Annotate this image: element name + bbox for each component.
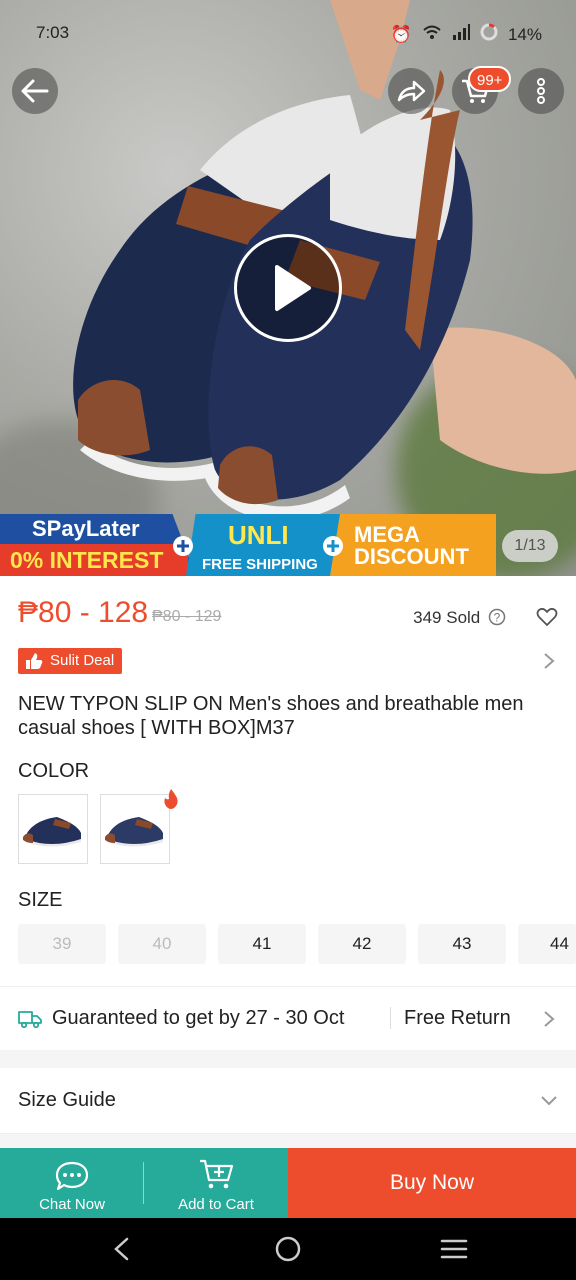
image-counter: 1/13 (502, 530, 558, 562)
play-icon (275, 265, 311, 311)
more-options-button[interactable] (518, 68, 564, 114)
size-label: SIZE (18, 889, 63, 911)
delivery-guarantee: Guaranteed to get by 27 - 30 Oct (52, 1007, 345, 1029)
promo-banner: SPayLater 0% INTEREST UNLI FREE SHIPPING… (0, 514, 576, 576)
sulit-deal-badge[interactable]: Sulit Deal (18, 648, 123, 674)
color-option[interactable] (18, 794, 88, 864)
size-option-44[interactable]: 44 (518, 924, 576, 964)
color-label: COLOR (18, 760, 90, 782)
cart-count-badge: 99+ (468, 66, 512, 92)
add-to-cart-button[interactable]: Add to Cart (144, 1148, 288, 1218)
product-image[interactable]: 7:03 ⏰ 14% 99+ SPayLater 0% INTEREST UNL… (0, 0, 576, 576)
original-price: ₱80 - 129 (152, 608, 222, 625)
wifi-icon (422, 24, 442, 45)
help-icon[interactable]: ? (488, 608, 506, 626)
size-option-41[interactable]: 41 (218, 924, 306, 964)
play-video-button[interactable] (234, 234, 342, 342)
truck-icon (18, 1011, 42, 1029)
chevron-right-icon (544, 1011, 555, 1027)
shoe-thumbnail (23, 817, 81, 847)
chat-now-button[interactable]: Chat Now (0, 1148, 144, 1218)
share-icon (397, 80, 426, 102)
svg-text:?: ? (494, 611, 501, 625)
section-divider (0, 1050, 576, 1068)
signal-icon (452, 24, 470, 45)
more-vertical-icon (537, 78, 545, 104)
add-to-cart-label: Add to Cart (178, 1196, 254, 1213)
plus-icon (323, 536, 343, 556)
battery-icon (480, 23, 498, 46)
battery-level: 14% (507, 24, 542, 44)
chevron-right-icon[interactable] (542, 652, 556, 670)
product-title: NEW TYPON SLIP ON Men's shoes and breath… (18, 693, 524, 739)
thumbs-up-icon (26, 653, 43, 669)
section-divider (0, 1134, 576, 1148)
size-option-39[interactable]: 39 (18, 924, 106, 964)
status-icons: ⏰ 14% (391, 23, 542, 46)
size-guide-row[interactable]: Size Guide (0, 1068, 576, 1134)
unli-label: UNLI (228, 520, 289, 550)
chat-icon (55, 1161, 89, 1191)
deal-label: Sulit Deal (50, 652, 115, 669)
back-nav-icon[interactable] (110, 1236, 134, 1262)
system-navigation-bar (0, 1218, 576, 1280)
chevron-down-icon (541, 1096, 557, 1106)
back-button[interactable] (12, 68, 58, 114)
sold-count: 349 Sold ? (413, 608, 506, 628)
color-option[interactable] (100, 794, 170, 864)
free-return-label: Free Return (404, 1007, 511, 1029)
size-option-42[interactable]: 42 (318, 924, 406, 964)
divider (390, 1007, 391, 1029)
recents-nav-icon[interactable] (440, 1238, 468, 1260)
add-to-cart-icon (200, 1159, 234, 1189)
divider (143, 1162, 144, 1204)
share-button[interactable] (388, 68, 434, 114)
discount-label: DISCOUNT (354, 544, 469, 569)
hot-flame-icon (164, 789, 178, 809)
heart-icon[interactable] (536, 607, 558, 627)
arrow-left-icon (21, 79, 49, 103)
size-option-40[interactable]: 40 (118, 924, 206, 964)
interest-label: 0% INTEREST (10, 547, 164, 573)
plus-icon (173, 536, 193, 556)
status-time: 7:03 (36, 23, 70, 42)
spaylater-label: SPayLater (32, 516, 140, 541)
size-option-43[interactable]: 43 (418, 924, 506, 964)
free-shipping-label: FREE SHIPPING (202, 556, 318, 573)
home-nav-icon[interactable] (274, 1235, 302, 1263)
bottom-action-bar: Chat Now Add to Cart Buy Now (0, 1148, 576, 1218)
buy-now-button[interactable]: Buy Now (288, 1148, 576, 1218)
sold-label: 349 Sold (413, 608, 481, 627)
shoe-thumbnail (105, 817, 163, 847)
status-bar: 7:03 ⏰ 14% (0, 0, 576, 64)
alarm-icon: ⏰ (390, 24, 412, 44)
size-guide-label: Size Guide (18, 1089, 116, 1111)
chat-now-label: Chat Now (39, 1196, 105, 1213)
price-range: ₱80 - 128 (18, 596, 149, 629)
shipping-info-row[interactable]: Guaranteed to get by 27 - 30 Oct Free Re… (0, 986, 576, 1050)
